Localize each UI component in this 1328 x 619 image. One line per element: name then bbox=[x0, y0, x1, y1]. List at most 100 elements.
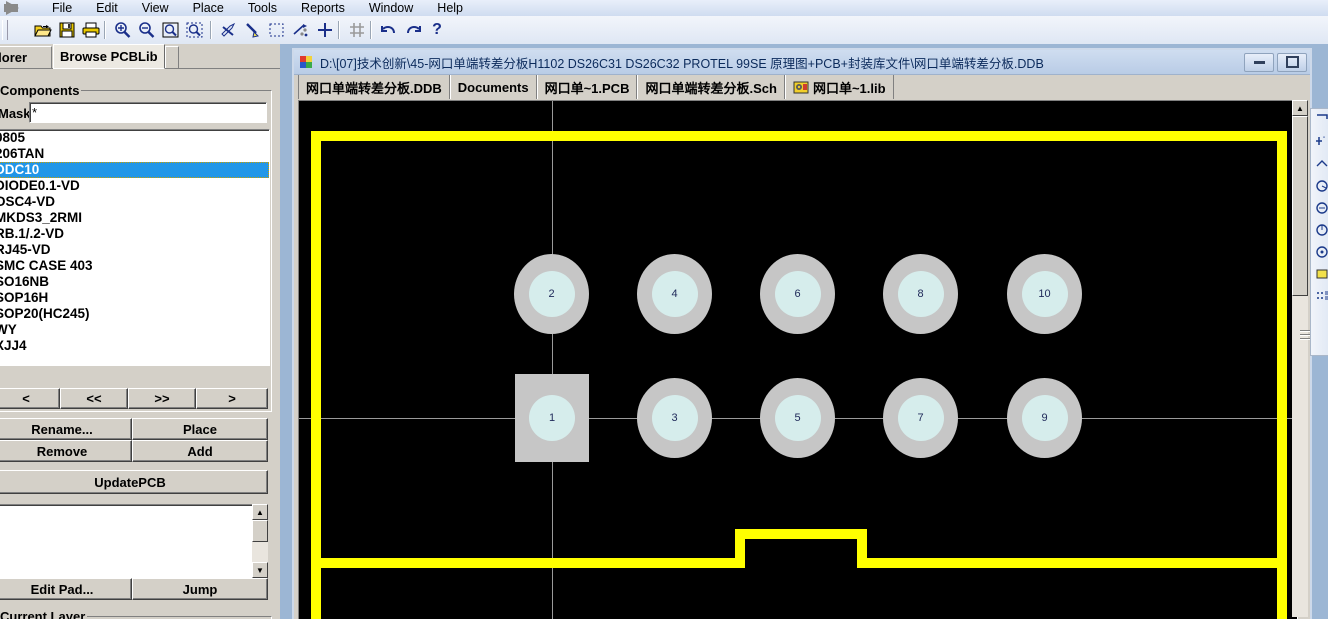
pad-4[interactable]: 4 bbox=[637, 254, 712, 334]
list-item[interactable]: 206TAN bbox=[0, 146, 269, 162]
track-tool-icon[interactable] bbox=[1311, 153, 1328, 175]
list-item[interactable]: SOP20(HC245) bbox=[0, 306, 269, 322]
document-title-bar[interactable]: D:\[07]技术创新\45-网口单端转差分板H1102 DS26C31 DS2… bbox=[294, 50, 1310, 75]
sidebar-tab-overflow[interactable] bbox=[165, 46, 179, 68]
menu-tools[interactable]: Tools bbox=[236, 0, 289, 16]
tab-sch[interactable]: 网口单端转差分板.Sch bbox=[637, 75, 785, 99]
pad-listbox[interactable]: 2 3 4 bbox=[0, 504, 254, 580]
edit-pad-button[interactable]: Edit Pad... bbox=[0, 578, 132, 600]
list-item[interactable]: SO16NB bbox=[0, 274, 269, 290]
zoom-out-icon[interactable] bbox=[136, 20, 158, 40]
mdi-area: D:\[07]技术创新\45-网口单端转差分板H1102 DS26C31 DS2… bbox=[280, 44, 1328, 619]
list-item[interactable]: SMC CASE 403 bbox=[0, 258, 269, 274]
fill-tool-icon[interactable] bbox=[1311, 263, 1328, 285]
canvas-vertical-scrollbar[interactable]: ▲ bbox=[1292, 100, 1308, 617]
menu-reports[interactable]: Reports bbox=[289, 0, 357, 16]
canvas-scroll-thumb[interactable] bbox=[1292, 116, 1308, 296]
pad-6[interactable]: 6 bbox=[760, 254, 835, 334]
pad-list-scrollbar[interactable]: ▲ ▼ bbox=[252, 504, 268, 578]
pcb-canvas[interactable]: 2 4 6 8 10 1 3 5 7 9 bbox=[298, 100, 1298, 619]
tab-documents[interactable]: Documents bbox=[449, 75, 537, 99]
pad-1[interactable]: 1 bbox=[515, 374, 589, 462]
tab-pcb[interactable]: 网口单~1.PCB bbox=[536, 75, 638, 99]
menu-file[interactable]: File bbox=[40, 0, 84, 16]
list-item[interactable]: WY bbox=[0, 322, 269, 338]
paste-icon[interactable] bbox=[242, 20, 264, 40]
full-circle-tool-icon[interactable] bbox=[1311, 241, 1328, 263]
tab-pcb-label: 网口单~1.PCB bbox=[544, 80, 630, 96]
pad-10[interactable]: 10 bbox=[1007, 254, 1082, 334]
list-item[interactable]: RB.1/.2-VD bbox=[0, 226, 269, 242]
pad-list-item[interactable]: 3 bbox=[0, 521, 253, 537]
pad-3[interactable]: 3 bbox=[637, 378, 712, 458]
list-item[interactable]: MKDS3_2RMI bbox=[0, 210, 269, 226]
list-item[interactable]: 0805 bbox=[0, 130, 269, 146]
array-paste-tool-icon[interactable] bbox=[1311, 285, 1328, 307]
pad-9[interactable]: 9 bbox=[1007, 378, 1082, 458]
rename-button[interactable]: Rename... bbox=[0, 418, 132, 440]
tab-lib[interactable]: 网口单~1.lib bbox=[784, 75, 894, 99]
list-item[interactable]: DIODE0.1-VD bbox=[0, 178, 269, 194]
zoom-area-icon[interactable] bbox=[160, 20, 182, 40]
menu-help[interactable]: Help bbox=[425, 0, 475, 16]
jump-button[interactable]: Jump bbox=[132, 578, 268, 600]
nav-prev-button[interactable]: << bbox=[60, 388, 128, 409]
redo-icon[interactable] bbox=[402, 20, 424, 40]
menu-window[interactable]: Window bbox=[357, 0, 425, 16]
mask-input[interactable] bbox=[29, 102, 267, 123]
pad-2[interactable]: 2 bbox=[514, 254, 589, 334]
list-item[interactable]: SOP16H bbox=[0, 290, 269, 306]
pad-7[interactable]: 7 bbox=[883, 378, 958, 458]
pad-8[interactable]: 8 bbox=[883, 254, 958, 334]
zoom-in-icon[interactable] bbox=[112, 20, 134, 40]
update-pcb-button[interactable]: UpdatePCB bbox=[0, 470, 268, 494]
select-area-icon[interactable] bbox=[266, 20, 288, 40]
line-tool-icon[interactable] bbox=[1311, 109, 1328, 131]
arc-center-tool-icon[interactable] bbox=[1311, 175, 1328, 197]
nav-first-button[interactable]: < bbox=[0, 388, 60, 409]
add-button[interactable]: Add bbox=[132, 440, 268, 462]
cut-icon[interactable] bbox=[218, 20, 240, 40]
scroll-thumb[interactable] bbox=[252, 520, 268, 542]
toolbar-grip[interactable] bbox=[2, 20, 8, 40]
sidebar-tab-explorer[interactable]: xplorer bbox=[0, 46, 52, 68]
pad-tool-icon[interactable]: " bbox=[1311, 131, 1328, 153]
menu-edit[interactable]: Edit bbox=[84, 0, 130, 16]
open-icon[interactable] bbox=[32, 20, 54, 40]
tab-ddb[interactable]: 网口单端转差分板.DDB bbox=[298, 75, 450, 99]
scroll-up-button[interactable]: ▲ bbox=[252, 504, 268, 520]
list-item[interactable]: XJJ4 bbox=[0, 338, 269, 354]
sidebar-tab-browse-pcblib[interactable]: Browse PCBLib bbox=[53, 44, 165, 69]
crosshair-icon[interactable] bbox=[314, 20, 336, 40]
save-icon[interactable] bbox=[56, 20, 78, 40]
list-item[interactable]: OSC4-VD bbox=[0, 194, 269, 210]
components-listbox[interactable]: 0805 206TAN DDC10 DIODE0.1-VD OSC4-VD MK… bbox=[0, 129, 270, 366]
move-selection-icon[interactable] bbox=[290, 20, 312, 40]
pcb-workspace[interactable]: 2 4 6 8 10 1 3 5 7 9 bbox=[299, 101, 1297, 619]
list-item[interactable]: RJ45-VD bbox=[0, 242, 269, 258]
pad-list-item[interactable]: 2 bbox=[0, 505, 253, 521]
remove-button[interactable]: Remove bbox=[0, 440, 132, 462]
menu-place[interactable]: Place bbox=[181, 0, 236, 16]
pad-10-hole: 10 bbox=[1021, 271, 1068, 317]
canvas-scroll-up-button[interactable]: ▲ bbox=[1292, 100, 1308, 116]
place-button[interactable]: Place bbox=[132, 418, 268, 440]
pad-5[interactable]: 5 bbox=[760, 378, 835, 458]
print-icon[interactable] bbox=[80, 20, 102, 40]
nav-next-button[interactable]: >> bbox=[128, 388, 196, 409]
undo-icon[interactable] bbox=[378, 20, 400, 40]
nav-last-button[interactable]: > bbox=[196, 388, 268, 409]
menu-view[interactable]: View bbox=[130, 0, 181, 16]
zoom-selection-icon[interactable] bbox=[184, 20, 206, 40]
grid-icon[interactable] bbox=[346, 20, 368, 40]
pad-list-item[interactable]: 4 bbox=[0, 537, 253, 553]
components-group-label: Components bbox=[0, 83, 82, 98]
list-item-selected[interactable]: DDC10 bbox=[0, 162, 269, 178]
maximize-button[interactable] bbox=[1277, 52, 1307, 72]
scroll-down-button[interactable]: ▼ bbox=[252, 562, 268, 578]
help-icon[interactable]: ? bbox=[426, 20, 448, 40]
minimize-button[interactable] bbox=[1244, 52, 1274, 72]
placement-toolbar-grip[interactable] bbox=[1300, 330, 1310, 348]
arc-any-tool-icon[interactable] bbox=[1311, 219, 1328, 241]
arc-edge-tool-icon[interactable] bbox=[1311, 197, 1328, 219]
